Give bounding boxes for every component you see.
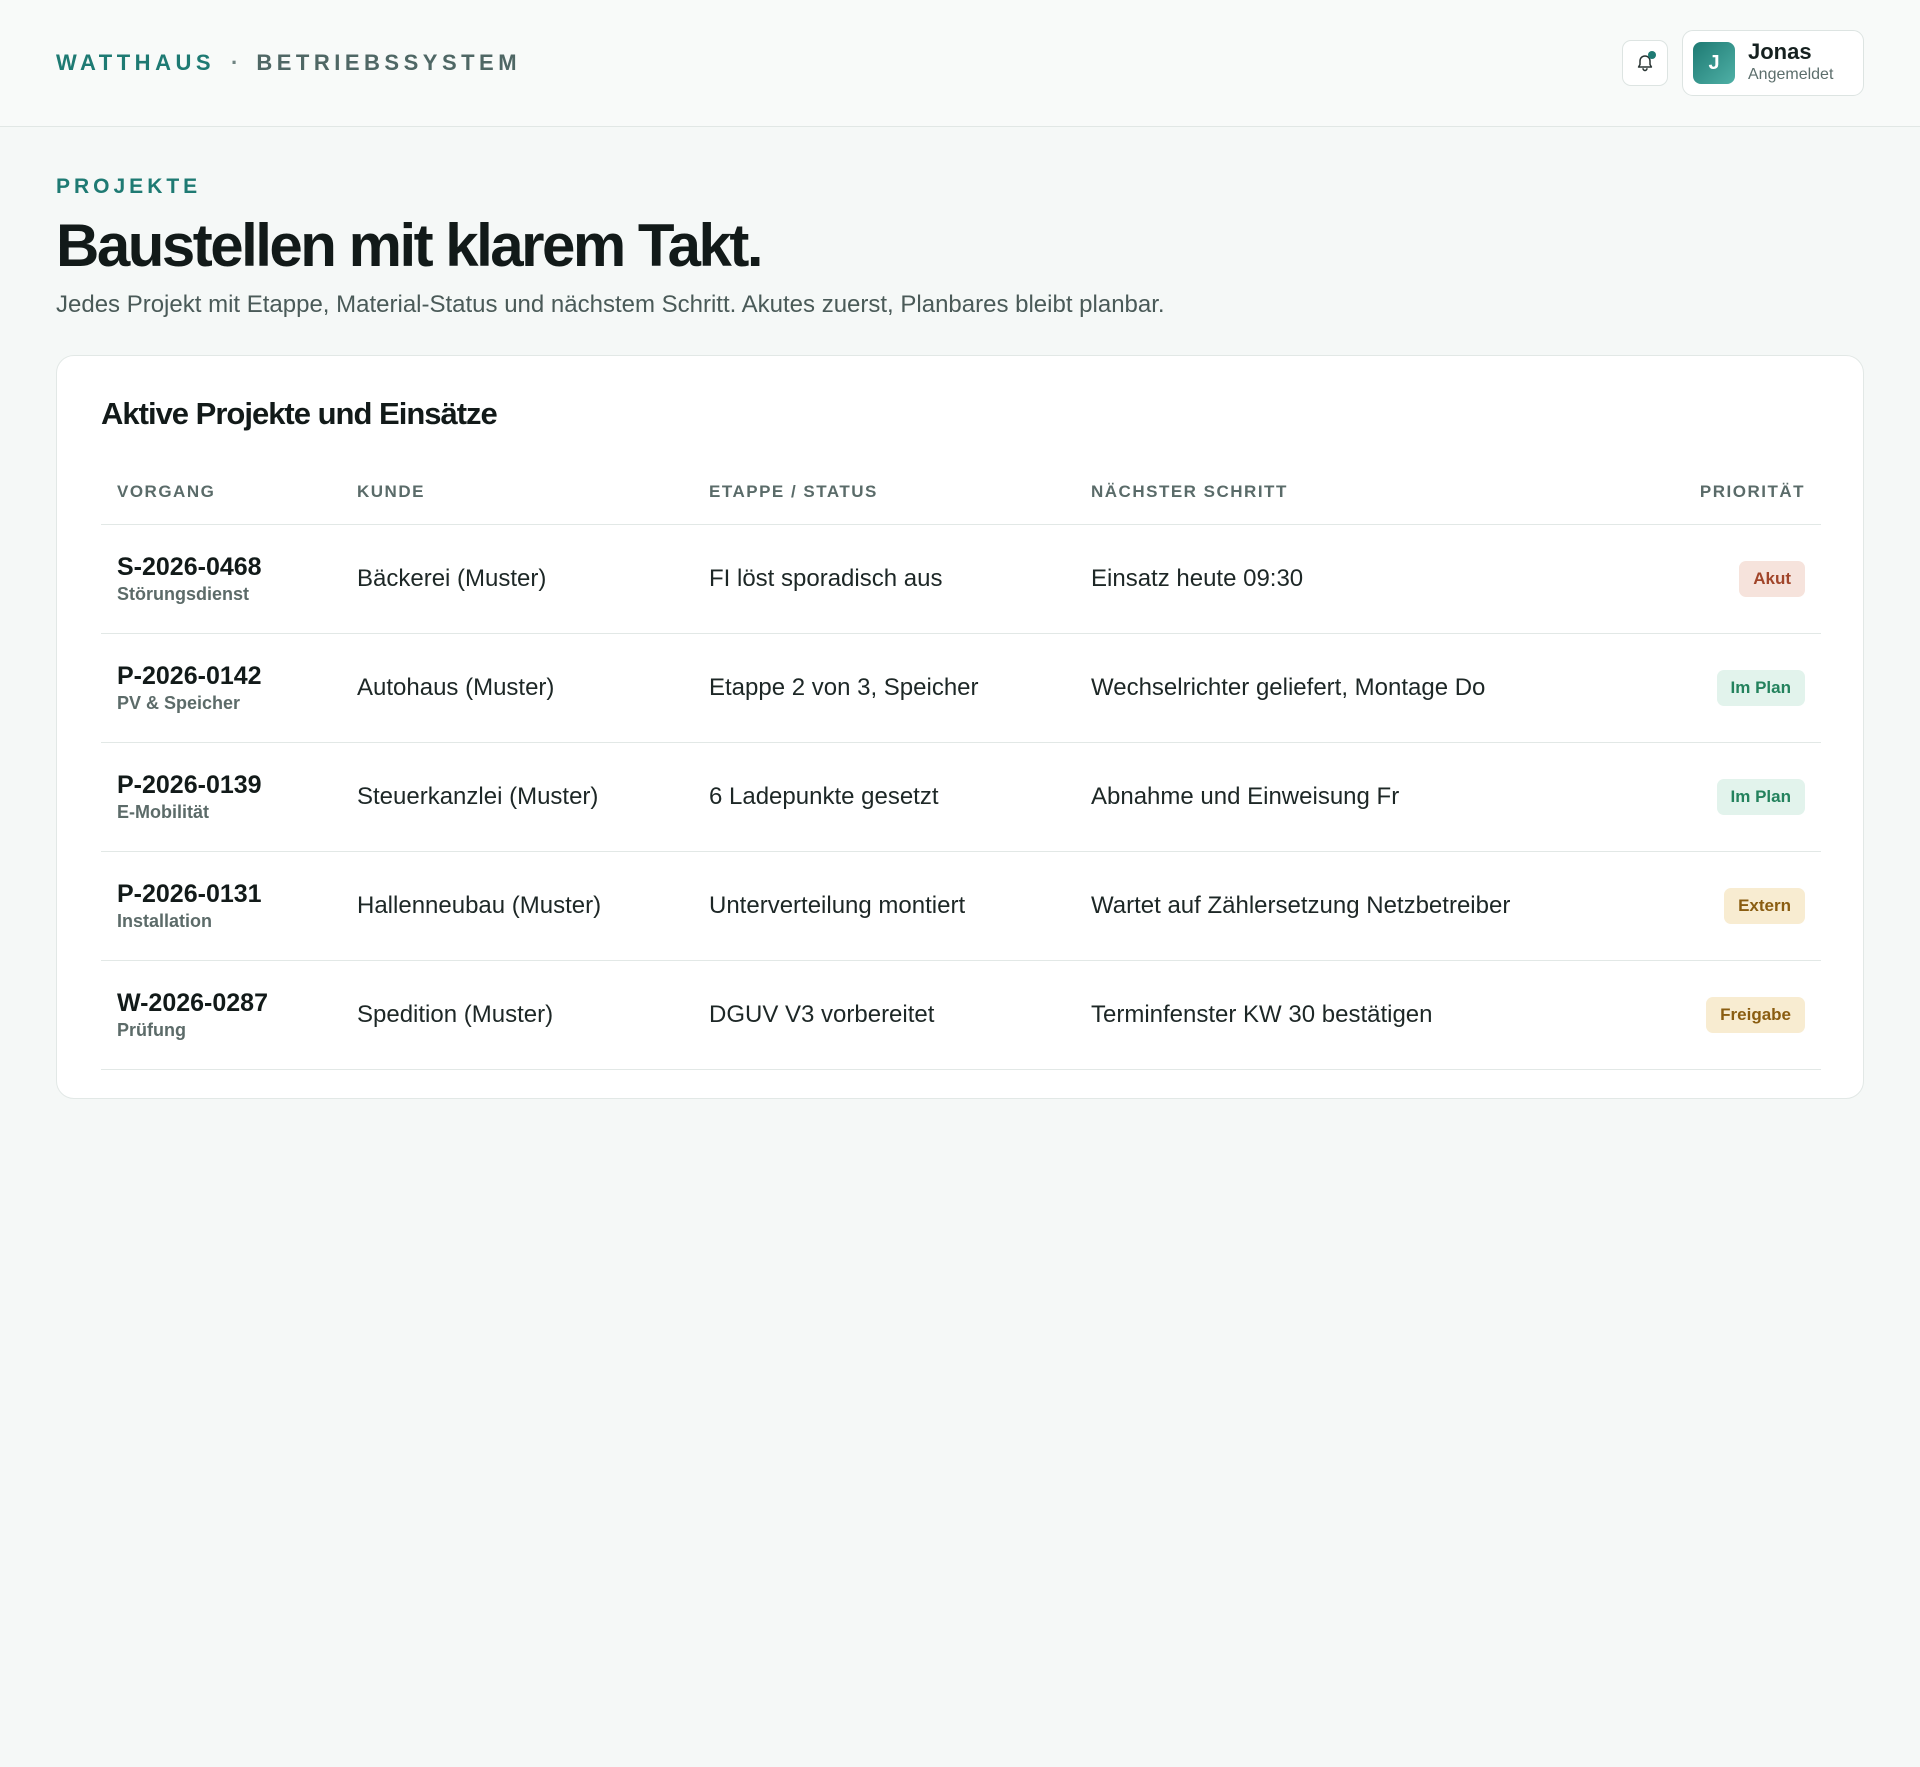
priority-badge: Im Plan [1716,669,1805,706]
stage-cell: Unterverteilung montiert [693,851,1075,961]
brand-subtitle: BETRIEBSSYSTEM [256,50,522,75]
column-header-priority[interactable]: PRIORITÄT [1635,460,1821,525]
case-type: Installation [117,910,213,931]
top-bar: WATTHAUS · BETRIEBSSYSTEM J Jonas Angeme… [0,0,1920,127]
case-type: E-Mobilität [117,801,209,822]
customer-cell: Bäckerei (Muster) [341,524,693,634]
user-status: Angemeldet [1748,66,1834,83]
case-id: W-2026-0287 [117,988,268,1017]
stage-cell: DGUV V3 vorbereitet [693,960,1075,1070]
priority-badge: Akut [1739,560,1805,597]
table-row[interactable]: P-2026-0139 E-Mobilität Steuerkanzlei (Mu… [101,742,1821,852]
next-step-cell: Abnahme und Einweisung Fr [1075,742,1635,852]
user-menu[interactable]: J Jonas Angemeldet [1682,30,1864,96]
case-id: S-2026-0468 [117,552,262,581]
user-info: Jonas Angemeldet [1748,40,1833,86]
table-header-row: VORGANG KUNDE ETAPPE / STATUS NÄCHSTER S… [101,460,1821,525]
column-header-customer[interactable]: KUNDE [341,460,693,525]
column-header-stage[interactable]: ETAPPE / STATUS [693,460,1075,525]
customer-cell: Hallenneubau (Muster) [341,851,693,961]
section-eyebrow: PROJEKTE [56,175,202,198]
case-type: Störungsdienst [117,583,250,604]
column-header-next-step[interactable]: NÄCHSTER SCHRITT [1075,460,1635,525]
brand[interactable]: WATTHAUS · BETRIEBSSYSTEM [56,50,521,76]
user-name: Jonas [1748,39,1812,64]
case-id: P-2026-0131 [117,879,262,908]
notification-dot [1648,51,1656,59]
customer-cell: Autohaus (Muster) [341,633,693,743]
main-content: PROJEKTE Baustellen mit klarem Takt. Jed… [0,127,1920,1099]
column-header-case[interactable]: VORGANG [101,460,341,525]
table-row[interactable]: P-2026-0142 PV & Speicher Autohaus (Muste… [101,633,1821,743]
next-step-cell: Einsatz heute 09:30 [1075,524,1635,634]
table-row[interactable]: S-2026-0468 Störungsdienst Bäckerei (Must… [101,524,1821,634]
customer-cell: Spedition (Muster) [341,960,693,1070]
next-step-cell: Wechselrichter geliefert, Montage Do [1075,633,1635,743]
top-actions: J Jonas Angemeldet [1622,30,1864,96]
table-row[interactable]: P-2026-0131 Installation Hallenneubau (Mu… [101,851,1821,961]
case-type: PV & Speicher [117,692,241,713]
case-id: P-2026-0139 [117,770,262,799]
case-type: Prüfung [117,1019,186,1040]
customer-cell: Steuerkanzlei (Muster) [341,742,693,852]
avatar: J [1693,42,1735,84]
projects-card: Aktive Projekte und Einsätze VORGANG KUN… [56,355,1864,1099]
case-id: P-2026-0142 [117,661,262,690]
notifications-button[interactable] [1622,40,1668,86]
projects-table: VORGANG KUNDE ETAPPE / STATUS NÄCHSTER S… [101,460,1821,1070]
page-subtitle: Jedes Projekt mit Etappe, Material-Statu… [56,291,1165,318]
brand-name: WATTHAUS [56,50,216,75]
next-step-cell: Terminfenster KW 30 bestätigen [1075,960,1635,1070]
priority-badge: Freigabe [1706,996,1805,1033]
card-title: Aktive Projekte und Einsätze [101,396,498,431]
brand-separator: · [231,50,239,75]
stage-cell: FI löst sporadisch aus [693,524,1075,634]
priority-badge: Extern [1724,887,1805,924]
page-title: Baustellen mit klarem Takt. [56,212,764,279]
stage-cell: Etappe 2 von 3, Speicher [693,633,1075,743]
priority-badge: Im Plan [1716,778,1805,815]
stage-cell: 6 Ladepunkte gesetzt [693,742,1075,852]
table-row[interactable]: W-2026-0287 Prüfung Spedition (Muster) DG… [101,960,1821,1070]
next-step-cell: Wartet auf Zählersetzung Netzbetreiber [1075,851,1635,961]
